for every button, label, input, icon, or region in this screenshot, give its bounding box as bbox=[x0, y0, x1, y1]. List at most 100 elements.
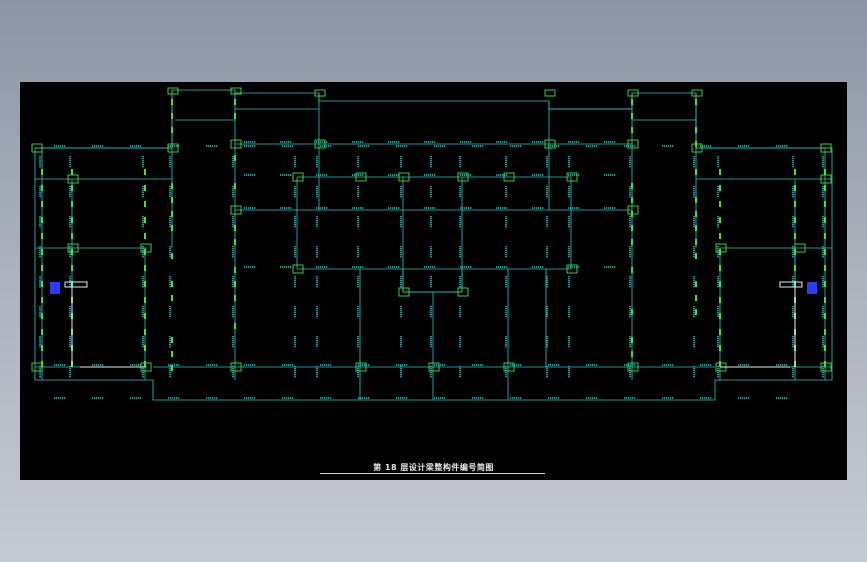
column-marker bbox=[234, 239, 236, 245]
column-marker bbox=[631, 337, 633, 343]
column-marker bbox=[171, 337, 173, 343]
column-marker bbox=[171, 99, 173, 105]
column-marker bbox=[144, 169, 146, 175]
column-marker bbox=[631, 183, 633, 189]
column-marker bbox=[71, 249, 73, 255]
column-marker bbox=[824, 313, 826, 319]
column-marker bbox=[71, 169, 73, 175]
column-marker bbox=[71, 233, 73, 239]
column-marker bbox=[71, 201, 73, 207]
column-marker bbox=[631, 239, 633, 245]
column-marker bbox=[695, 169, 697, 175]
column-marker bbox=[719, 313, 721, 319]
column-marker bbox=[695, 239, 697, 245]
column-marker bbox=[234, 281, 236, 287]
column-marker bbox=[824, 201, 826, 207]
column-marker bbox=[234, 113, 236, 119]
stair-marker bbox=[807, 282, 817, 294]
opening-marker bbox=[780, 282, 802, 287]
column-marker bbox=[171, 113, 173, 119]
column-marker bbox=[144, 345, 146, 351]
column-marker bbox=[171, 225, 173, 231]
column-marker bbox=[631, 99, 633, 105]
column-marker bbox=[41, 233, 43, 239]
column-marker bbox=[631, 211, 633, 217]
stair-marker bbox=[50, 282, 60, 294]
column-marker bbox=[41, 281, 43, 287]
column-marker bbox=[631, 197, 633, 203]
column-marker bbox=[171, 253, 173, 259]
column-marker bbox=[824, 329, 826, 335]
outline-wall bbox=[35, 90, 832, 400]
column-marker bbox=[144, 281, 146, 287]
column-marker bbox=[144, 265, 146, 271]
column-marker bbox=[171, 211, 173, 217]
column-marker bbox=[824, 249, 826, 255]
column-marker bbox=[719, 249, 721, 255]
column-marker bbox=[695, 253, 697, 259]
column-marker bbox=[695, 127, 697, 133]
column-marker bbox=[719, 233, 721, 239]
column-marker bbox=[171, 281, 173, 287]
column-marker bbox=[171, 127, 173, 133]
column-marker bbox=[719, 281, 721, 287]
core-outline bbox=[403, 269, 462, 292]
column-marker bbox=[71, 185, 73, 191]
column-marker bbox=[719, 201, 721, 207]
column-marker bbox=[631, 351, 633, 357]
column-marker bbox=[794, 265, 796, 271]
column-marker bbox=[824, 233, 826, 239]
column-marker bbox=[171, 197, 173, 203]
drawing-title: 第 18 层设计梁整构件编号简图 bbox=[20, 462, 847, 473]
column-marker bbox=[41, 265, 43, 271]
cad-drawing-canvas: 第 18 层设计梁整构件编号简图 bbox=[20, 82, 847, 480]
column-marker bbox=[695, 197, 697, 203]
column-marker bbox=[794, 169, 796, 175]
column-marker bbox=[824, 217, 826, 223]
column-marker bbox=[144, 297, 146, 303]
column-marker bbox=[695, 141, 697, 147]
column-marker bbox=[41, 313, 43, 319]
column-marker bbox=[719, 169, 721, 175]
column-marker bbox=[794, 185, 796, 191]
column-marker bbox=[695, 211, 697, 217]
column-marker bbox=[631, 113, 633, 119]
column-marker bbox=[824, 297, 826, 303]
column-marker bbox=[234, 225, 236, 231]
column-marker bbox=[168, 88, 178, 94]
column-marker bbox=[144, 249, 146, 255]
column-marker bbox=[171, 295, 173, 301]
column-marker bbox=[41, 169, 43, 175]
column-marker bbox=[41, 345, 43, 351]
column-marker bbox=[545, 90, 555, 96]
column-marker bbox=[171, 183, 173, 189]
column-marker bbox=[695, 309, 697, 315]
floor-plan-diagram bbox=[20, 82, 847, 480]
column-marker bbox=[824, 345, 826, 351]
column-marker bbox=[631, 309, 633, 315]
column-marker bbox=[171, 351, 173, 357]
column-marker bbox=[41, 185, 43, 191]
column-marker bbox=[41, 329, 43, 335]
column-marker bbox=[71, 217, 73, 223]
column-marker bbox=[719, 217, 721, 223]
column-marker bbox=[695, 281, 697, 287]
column-marker bbox=[41, 361, 43, 367]
column-marker bbox=[824, 169, 826, 175]
column-marker bbox=[719, 297, 721, 303]
column-marker bbox=[794, 217, 796, 223]
column-marker bbox=[794, 249, 796, 255]
column-marker bbox=[144, 233, 146, 239]
column-marker bbox=[144, 313, 146, 319]
column-marker bbox=[234, 267, 236, 273]
column-marker bbox=[631, 267, 633, 273]
column-marker bbox=[824, 265, 826, 271]
column-marker bbox=[631, 127, 633, 133]
column-marker bbox=[144, 201, 146, 207]
column-marker bbox=[41, 201, 43, 207]
column-marker bbox=[41, 249, 43, 255]
title-underline bbox=[320, 473, 545, 474]
column-marker bbox=[71, 265, 73, 271]
column-marker bbox=[824, 185, 826, 191]
column-marker bbox=[695, 225, 697, 231]
